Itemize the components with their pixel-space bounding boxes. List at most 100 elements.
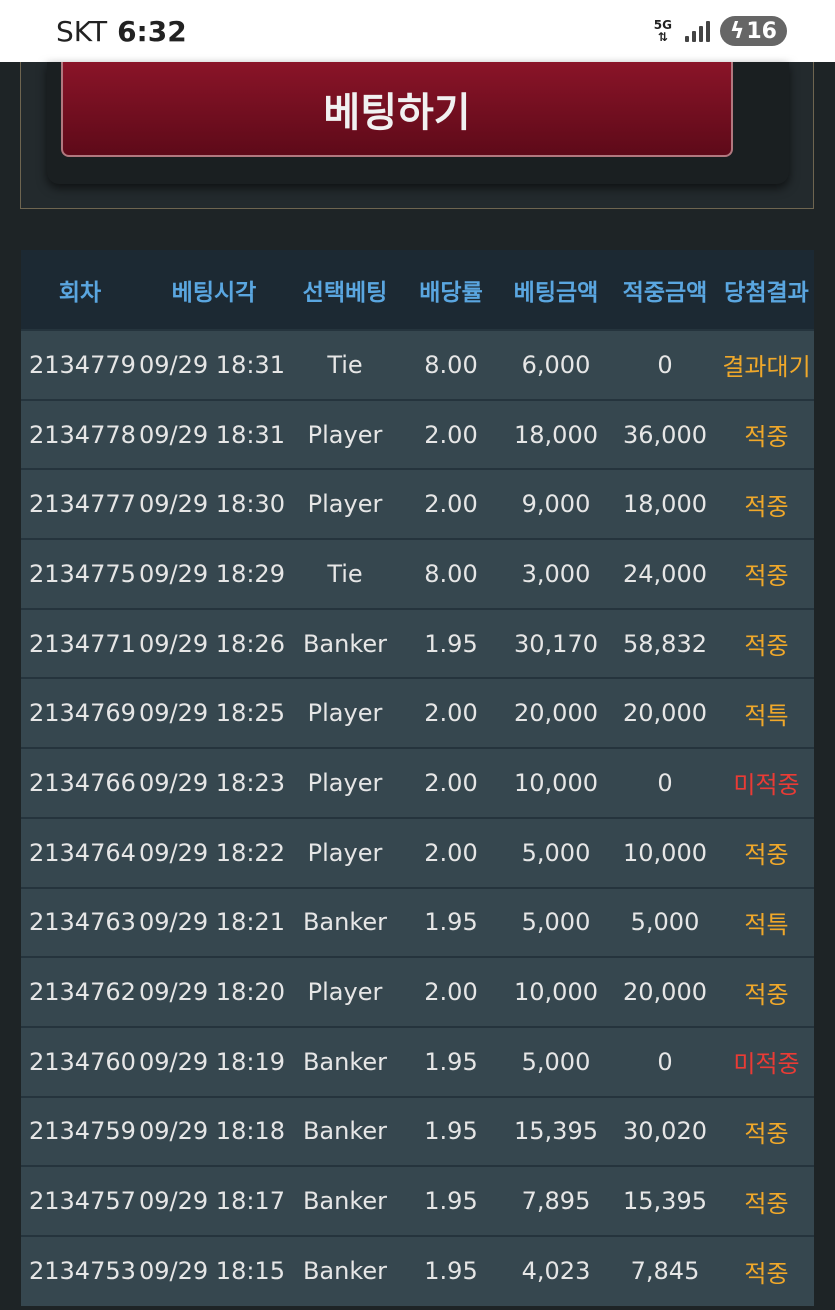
status-left: SKT 6:32 xyxy=(56,15,187,48)
clock: 6:32 xyxy=(117,14,187,48)
cell-odds: 1.95 xyxy=(401,607,501,679)
cell-round: 2134766 xyxy=(21,747,139,818)
cell-odds: 8.00 xyxy=(401,538,501,609)
cell-odds: 2.00 xyxy=(401,398,501,470)
cell-bet-amount: 10,000 xyxy=(501,956,611,1027)
cell-bet-amount: 5,000 xyxy=(501,816,611,888)
cell-round: 2134775 xyxy=(21,538,139,609)
table-row[interactable]: 2134753 09/29 18:15 Banker 1.95 4,023 7,845 적중 xyxy=(21,1234,814,1306)
cell-pick: Tie xyxy=(289,538,401,609)
cell-payout: 0 xyxy=(611,747,719,818)
header-result: 당첨결과 xyxy=(724,279,809,306)
cell-payout: 30,020 xyxy=(611,1095,719,1167)
cell-pick: Player xyxy=(289,816,401,888)
cell-result: 미적중 xyxy=(719,747,814,818)
battery-icon: ϟ 16 xyxy=(719,16,787,46)
carrier-label: SKT xyxy=(56,14,108,48)
cell-result: 적중 xyxy=(719,956,814,1027)
table-row[interactable]: 2134763 09/29 18:21 Banker 1.95 5,000 5,000 적특 xyxy=(21,886,814,958)
cell-odds: 2.00 xyxy=(401,468,501,540)
cell-pick: Banker xyxy=(289,1165,401,1236)
table-row[interactable]: 2134760 09/29 18:19 Banker 1.95 5,000 0 미적중 xyxy=(21,1025,814,1097)
table-row[interactable]: 2134779 09/29 18:31 Tie 8.00 6,000 0 결과대기 xyxy=(21,329,814,400)
place-bet-button[interactable]: 베팅하기 xyxy=(61,62,733,157)
cell-odds: 2.00 xyxy=(401,747,501,818)
cell-result: 적중 xyxy=(719,468,814,540)
cell-bet-amount: 15,395 xyxy=(501,1095,611,1167)
table-header-row: 회차 베팅시각 선택베팅 배당률 베팅금액 적중금액 당첨결과 xyxy=(21,250,814,330)
signal-icon xyxy=(684,20,710,42)
table-row[interactable]: 2134764 09/29 18:22 Player 2.00 5,000 10,000 적… xyxy=(21,816,814,888)
table-row[interactable]: 2134762 09/29 18:20 Player 2.00 10,000 20,000… xyxy=(21,956,814,1027)
table-row[interactable]: 2134771 09/29 18:26 Banker 1.95 30,170 58,832… xyxy=(21,607,814,679)
cell-odds: 1.95 xyxy=(401,1025,501,1097)
cell-bet-amount: 5,000 xyxy=(501,1025,611,1097)
network-5g-icon: 5G ⇅ xyxy=(651,19,675,43)
cell-payout: 10,000 xyxy=(611,816,719,888)
cell-bet-amount: 20,000 xyxy=(501,677,611,749)
cell-round: 2134777 xyxy=(21,468,139,540)
table-row[interactable]: 2134775 09/29 18:29 Tie 8.00 3,000 24,000 적중 xyxy=(21,538,814,609)
cell-odds: 1.95 xyxy=(401,886,501,958)
cell-pick: Player xyxy=(289,468,401,540)
cell-pick: Player xyxy=(289,747,401,818)
cell-payout: 24,000 xyxy=(611,538,719,609)
cell-bet-time: 09/29 18:26 xyxy=(139,607,289,679)
cell-odds: 2.00 xyxy=(401,956,501,1027)
cell-payout: 58,832 xyxy=(611,607,719,679)
cell-bet-time: 09/29 18:20 xyxy=(139,956,289,1027)
cell-round: 2134764 xyxy=(21,816,139,888)
cell-result: 미적중 xyxy=(719,1025,814,1097)
status-bar: SKT 6:32 5G ⇅ ϟ 16 xyxy=(0,0,835,62)
cell-bet-time: 09/29 18:22 xyxy=(139,816,289,888)
table-row[interactable]: 2134778 09/29 18:31 Player 2.00 18,000 36,000… xyxy=(21,398,814,470)
table-row[interactable]: 2134766 09/29 18:23 Player 2.00 10,000 0 미적중 xyxy=(21,747,814,818)
cell-bet-amount: 30,170 xyxy=(501,607,611,679)
header-odds: 배당률 xyxy=(419,279,483,306)
cell-payout: 20,000 xyxy=(611,677,719,749)
cell-bet-amount: 7,895 xyxy=(501,1165,611,1236)
cell-payout: 5,000 xyxy=(611,886,719,958)
cell-round: 2134771 xyxy=(21,607,139,679)
cell-pick: Player xyxy=(289,677,401,749)
cell-pick: Banker xyxy=(289,1234,401,1306)
table-row[interactable]: 2134777 09/29 18:30 Player 2.00 9,000 18,000 적… xyxy=(21,468,814,540)
cell-result: 적특 xyxy=(719,886,814,958)
cell-payout: 15,395 xyxy=(611,1165,719,1236)
header-bet-time: 베팅시각 xyxy=(171,279,257,306)
cell-bet-time: 09/29 18:29 xyxy=(139,538,289,609)
cell-result: 적중 xyxy=(719,607,814,679)
cell-round: 2134769 xyxy=(21,677,139,749)
cell-round: 2134778 xyxy=(21,398,139,470)
cell-round: 2134763 xyxy=(21,886,139,958)
cell-bet-time: 09/29 18:19 xyxy=(139,1025,289,1097)
table-row[interactable]: 2134757 09/29 18:17 Banker 1.95 7,895 15,395 적… xyxy=(21,1165,814,1236)
cell-pick: Banker xyxy=(289,607,401,679)
cell-round: 2134779 xyxy=(21,329,139,400)
cell-payout: 18,000 xyxy=(611,468,719,540)
cell-pick: Banker xyxy=(289,1025,401,1097)
cell-bet-amount: 5,000 xyxy=(501,886,611,958)
cell-bet-time: 09/29 18:30 xyxy=(139,468,289,540)
status-right: 5G ⇅ ϟ 16 xyxy=(651,16,787,46)
bet-history-table: 회차 베팅시각 선택베팅 배당률 베팅금액 적중금액 당첨결과 2134779 0… xyxy=(21,250,814,1306)
cell-result: 적중 xyxy=(719,1165,814,1236)
charging-bolt-icon: ϟ xyxy=(729,18,745,44)
cell-odds: 1.95 xyxy=(401,1095,501,1167)
cell-bet-time: 09/29 18:31 xyxy=(139,329,289,400)
cell-bet-time: 09/29 18:23 xyxy=(139,747,289,818)
cell-result: 적중 xyxy=(719,816,814,888)
cell-bet-amount: 10,000 xyxy=(501,747,611,818)
cell-bet-amount: 4,023 xyxy=(501,1234,611,1306)
battery-level: 16 xyxy=(746,18,777,44)
table-row[interactable]: 2134759 09/29 18:18 Banker 1.95 15,395 30,020… xyxy=(21,1095,814,1167)
table-row[interactable]: 2134769 09/29 18:25 Player 2.00 20,000 20,000… xyxy=(21,677,814,749)
cell-result: 적특 xyxy=(719,677,814,749)
header-pick: 선택베팅 xyxy=(302,279,388,306)
cell-pick: Player xyxy=(289,398,401,470)
cell-bet-time: 09/29 18:15 xyxy=(139,1234,289,1306)
cell-bet-time: 09/29 18:25 xyxy=(139,677,289,749)
cell-round: 2134760 xyxy=(21,1025,139,1097)
cell-bet-time: 09/29 18:31 xyxy=(139,398,289,470)
cell-result: 적중 xyxy=(719,1234,814,1306)
